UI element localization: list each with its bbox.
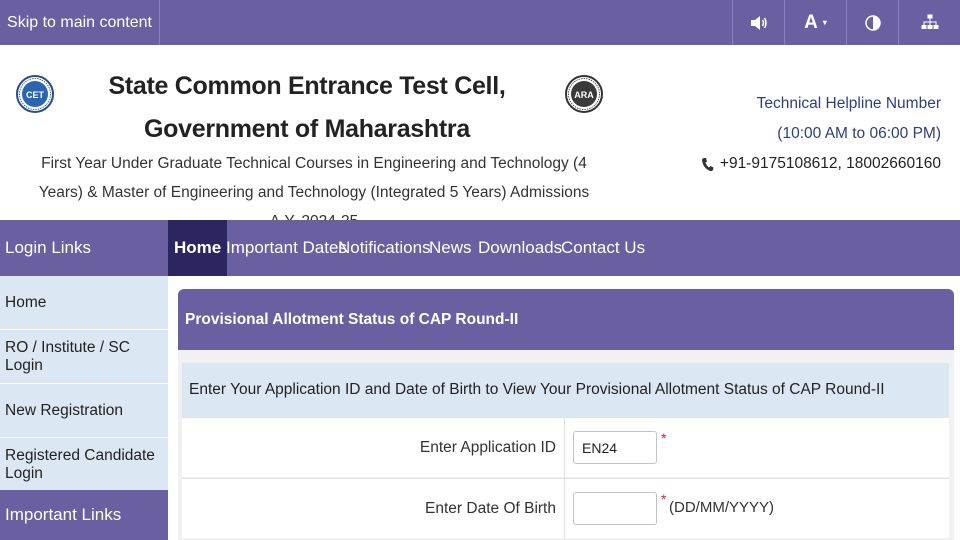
ara-logo: ARA [565, 62, 603, 126]
audio-button[interactable] [732, 0, 784, 45]
helpline-numbers[interactable]: +91-9175108612, 18002660160 [720, 149, 941, 179]
required-mark: * [661, 430, 667, 446]
required-mark: * [661, 491, 667, 507]
sidebar-item-ro-institute-sc-login[interactable]: RO / Institute / SC Login [0, 330, 168, 384]
sitemap-icon [921, 14, 938, 29]
nav-notifications[interactable]: Notifications [338, 220, 431, 276]
nav-downloads[interactable]: Downloads [478, 220, 562, 276]
accessibility-bar: Skip to main content A ▾ [0, 0, 960, 45]
panel-title: Provisional Allotment Status of CAP Roun… [178, 289, 954, 350]
date-of-birth-input[interactable] [573, 492, 657, 525]
sidebar: Home RO / Institute / SC Login New Regis… [0, 276, 168, 540]
application-id-label: Enter Application ID [182, 418, 565, 478]
cet-logo-text: CET [26, 90, 45, 100]
sidebar-item-home[interactable]: Home [0, 276, 168, 330]
helpline-label: Technical Helpline Number [756, 95, 941, 112]
date-of-birth-row: Enter Date Of Birth * (DD/MM/YYYY) [182, 478, 949, 539]
font-size-button[interactable]: A ▾ [784, 0, 846, 45]
form-instruction: Enter Your Application ID and Date of Bi… [182, 363, 949, 417]
cet-logo: CET [16, 62, 54, 126]
site-header: CET State Common Entrance Test Cell, Gov… [0, 45, 960, 230]
application-id-input[interactable] [573, 431, 657, 464]
login-links-heading: Login Links [0, 220, 168, 285]
speaker-icon [750, 15, 767, 30]
chevron-down-icon: ▾ [822, 18, 827, 27]
application-id-row: Enter Application ID * [182, 417, 949, 478]
page-title: State Common Entrance Test Cell, Governm… [108, 72, 506, 143]
login-links-label: Login Links [5, 238, 92, 257]
helpline-block: Technical Helpline Number (10:00 AM to 0… [701, 89, 941, 179]
sitemap-button[interactable] [898, 0, 960, 45]
date-format-hint: (DD/MM/YYYY) [669, 499, 774, 516]
important-links-heading: Important Links [0, 490, 168, 540]
phone-icon [701, 157, 714, 171]
main-nav: Home Important Dates Notifications News … [168, 220, 960, 276]
contrast-button[interactable] [846, 0, 898, 45]
font-size-label: A [804, 11, 818, 33]
skip-to-content-link[interactable]: Skip to main content [0, 0, 160, 45]
helpline-numbers-row: +91-9175108612, 18002660160 [701, 149, 941, 179]
nav-home[interactable]: Home [168, 220, 228, 276]
sidebar-item-registered-candidate-login[interactable]: Registered Candidate Login [0, 438, 168, 492]
nav-important-dates[interactable]: Important Dates [226, 220, 347, 276]
date-of-birth-label: Enter Date Of Birth [182, 479, 565, 539]
nav-contact-us[interactable]: Contact Us [561, 220, 645, 276]
ara-logo-text: ARA [574, 90, 594, 100]
sidebar-item-new-registration[interactable]: New Registration [0, 384, 168, 438]
contrast-icon [864, 14, 881, 31]
nav-news[interactable]: News [429, 220, 472, 276]
helpline-hours: (10:00 AM to 06:00 PM) [777, 125, 941, 142]
